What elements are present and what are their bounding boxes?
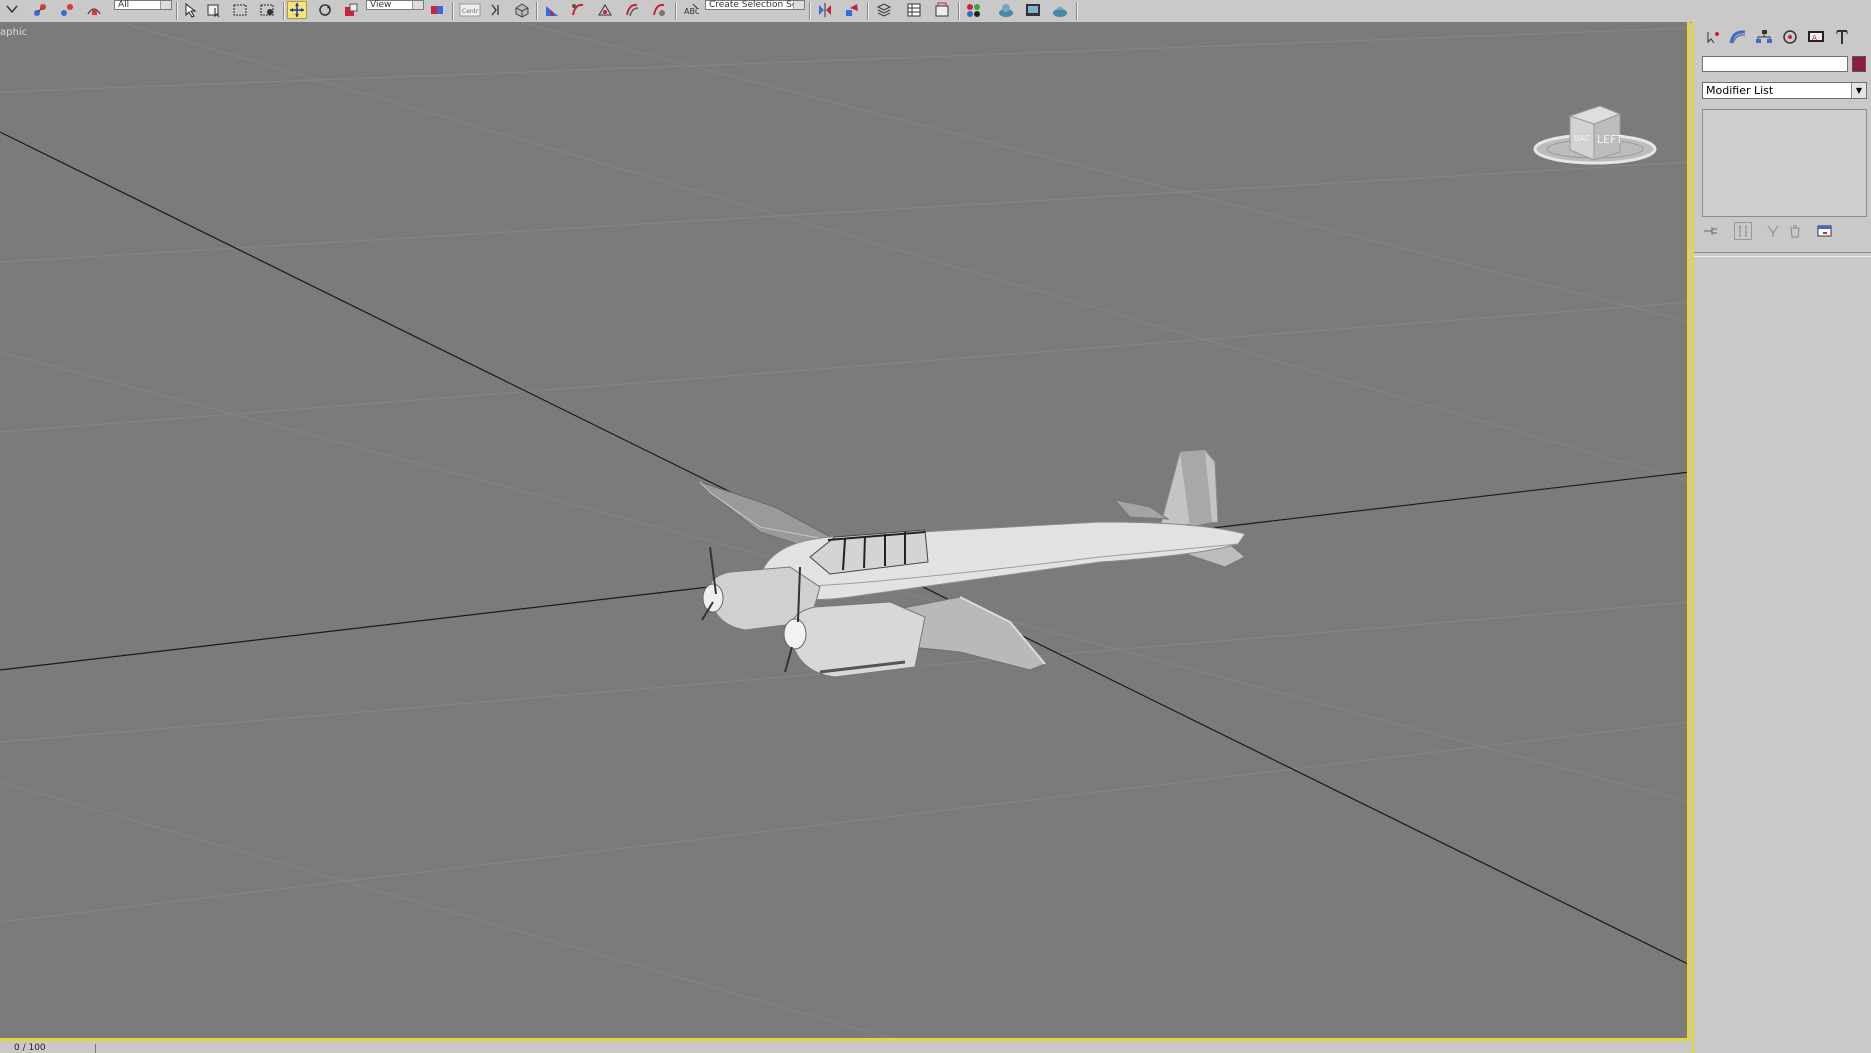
curve-editor-icon[interactable]: [932, 1, 952, 19]
graphite-tools-icon[interactable]: [904, 1, 924, 19]
viewcube[interactable]: LEFT BAC: [1530, 84, 1660, 177]
select-object-icon[interactable]: [180, 1, 200, 19]
remove-modifier-icon[interactable]: [1786, 222, 1804, 240]
modifier-list-dropdown[interactable]: Modifier List ▼: [1702, 82, 1867, 99]
display-icon[interactable]: A: [1805, 26, 1827, 48]
object-name-field[interactable]: [1702, 56, 1848, 72]
utilities-icon[interactable]: [1831, 26, 1853, 48]
unlink-icon[interactable]: [57, 1, 77, 19]
svg-text:A: A: [1812, 34, 1817, 42]
show-end-result-icon[interactable]: [1734, 222, 1752, 240]
create-icon[interactable]: [1702, 26, 1724, 48]
percent-snap-icon[interactable]: [568, 1, 588, 19]
object-color-swatch[interactable]: [1852, 56, 1866, 72]
rectangular-selection-icon[interactable]: [230, 1, 250, 19]
make-unique-icon[interactable]: [1764, 222, 1782, 240]
select-by-name-icon[interactable]: [204, 1, 224, 19]
perspective-viewport[interactable]: aphic LEFT BAC: [0, 22, 1690, 1041]
edit-named-sets-icon[interactable]: [622, 1, 642, 19]
command-panel-tabs: A: [1702, 26, 1870, 48]
align-tool-icon[interactable]: [842, 1, 862, 19]
align-icon[interactable]: ABC: [681, 1, 701, 19]
viewcube-left-face[interactable]: LEFT: [1597, 133, 1623, 146]
angle-snap-icon[interactable]: [542, 1, 562, 19]
configure-modifier-sets-icon[interactable]: [1816, 222, 1834, 240]
spinner-snap-icon[interactable]: [595, 1, 615, 19]
reference-coordinate-dropdown[interactable]: View: [366, 0, 424, 10]
panel-divider: [1694, 252, 1871, 257]
bind-space-warp-icon[interactable]: [84, 1, 104, 19]
mirror-icon[interactable]: [649, 1, 669, 19]
main-toolbar: All View Centr ABC Create Selection Set: [0, 0, 1871, 23]
select-and-move-icon[interactable]: [287, 1, 307, 19]
modifier-stack-tools: [1702, 222, 1867, 242]
schematic-view-icon[interactable]: [964, 1, 984, 19]
window-crossing-icon[interactable]: [257, 1, 277, 19]
layer-manager-icon[interactable]: [874, 1, 894, 19]
modify-icon[interactable]: [1727, 26, 1749, 48]
select-and-rotate-icon[interactable]: [315, 1, 335, 19]
keyboard-shortcut-icon[interactable]: [486, 1, 506, 19]
airplane-model: [699, 449, 1246, 678]
time-slider-bar[interactable]: 0 / 100: [0, 1044, 1690, 1053]
reference-coordinate-value: View: [370, 0, 392, 10]
selection-filter-dropdown[interactable]: All: [114, 0, 172, 10]
svg-text:ABC: ABC: [684, 7, 699, 16]
material-editor-icon[interactable]: [996, 1, 1016, 19]
named-selection-value: Create Selection Set: [709, 0, 801, 10]
modifier-list-label: Modifier List: [1706, 84, 1774, 97]
hierarchy-icon[interactable]: [1753, 26, 1775, 48]
home-grid: [0, 22, 1687, 1038]
render-setup-icon[interactable]: [1023, 1, 1043, 19]
snaps-toggle-icon[interactable]: [512, 1, 532, 19]
viewcube-back-face[interactable]: BAC: [1574, 134, 1591, 143]
select-and-link-icon[interactable]: [30, 1, 50, 19]
named-selection-dropdown[interactable]: Create Selection Set: [705, 0, 805, 10]
chevron-down-icon[interactable]: ▼: [1851, 83, 1866, 98]
pivot-center-icon[interactable]: [427, 1, 447, 19]
select-and-scale-icon[interactable]: [341, 1, 361, 19]
scene-canvas[interactable]: [0, 22, 1690, 1041]
svg-text:Centr: Centr: [462, 8, 479, 15]
undo-icon[interactable]: [2, 1, 22, 19]
motion-icon[interactable]: [1779, 26, 1801, 48]
modifier-stack-list[interactable]: [1702, 109, 1867, 217]
command-panel: A Modifier List ▼: [1692, 22, 1871, 1053]
select-manipulate-icon[interactable]: Centr: [458, 1, 482, 19]
selection-filter-value: All: [118, 0, 130, 10]
mirror-tool-icon[interactable]: [815, 1, 835, 19]
frame-counter[interactable]: 0 / 100: [0, 1044, 96, 1053]
render-icon[interactable]: [1050, 1, 1070, 19]
pin-stack-icon[interactable]: [1702, 222, 1720, 240]
